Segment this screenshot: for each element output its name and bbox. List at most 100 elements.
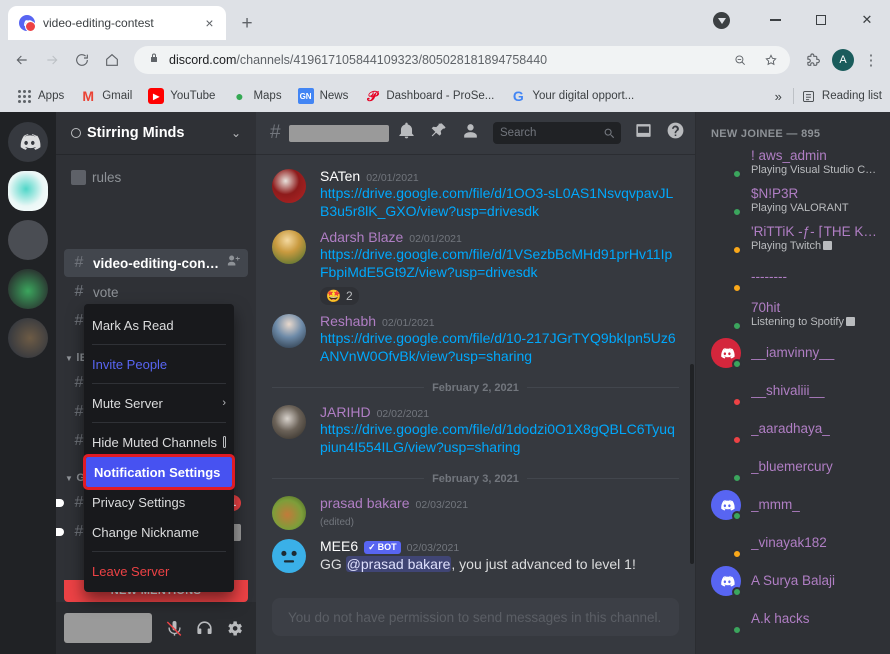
message-author[interactable]: MEE6 — [320, 538, 358, 554]
back-icon[interactable] — [8, 46, 36, 74]
bookmark-digital-opport[interactable]: G Your digital opport... — [503, 85, 641, 107]
message-link[interactable]: https://drive.google.com/file/d/10-217JG… — [320, 330, 676, 364]
context-menu-change-nickname[interactable]: Change Nickname — [84, 517, 234, 547]
browser-tab[interactable]: video-editing-contest × — [8, 6, 226, 40]
avatar[interactable] — [272, 169, 306, 203]
server-icon-2[interactable] — [8, 220, 48, 260]
chevron-down-icon[interactable]: ⌄ — [231, 126, 241, 140]
download-icon[interactable] — [713, 11, 730, 29]
search-input[interactable]: Search — [493, 122, 621, 144]
context-menu-hide-muted-channels[interactable]: Hide Muted Channels — [84, 427, 234, 457]
message-author[interactable]: Reshabh — [320, 313, 376, 329]
maximize-button[interactable] — [798, 0, 844, 40]
message-scrollbar[interactable] — [690, 364, 694, 564]
activity-icon — [823, 241, 833, 251]
home-icon[interactable] — [98, 46, 126, 74]
message-link[interactable]: https://drive.google.com/file/d/1dodzi0O… — [320, 421, 675, 455]
bookmark-news[interactable]: GN News — [291, 85, 356, 107]
member-item[interactable]: $N!P3R Playing VALORANT — [695, 182, 890, 220]
server-header[interactable]: Stirring Minds ⌄ — [56, 112, 256, 154]
context-menu-privacy-settings[interactable]: Privacy Settings — [84, 487, 234, 517]
member-list[interactable]: NEW JOINEE — 895 ! aws_admin Playing Vis… — [695, 112, 890, 654]
user-mention[interactable]: @prasad bakare — [345, 555, 452, 572]
members-icon[interactable] — [461, 121, 480, 145]
member-item[interactable]: 70hit Listening to Spotify — [695, 296, 890, 334]
discord-favicon-icon — [19, 15, 36, 32]
reading-list-button[interactable]: Reading list — [801, 89, 882, 104]
member-item[interactable]: ! aws_admin Playing Visual Studio Code — [695, 144, 890, 182]
bell-icon[interactable] — [397, 121, 416, 145]
message-header: Adarsh Blaze 02/01/2021 — [320, 229, 679, 245]
context-menu-invite-people[interactable]: Invite People — [84, 349, 234, 379]
close-tab-icon[interactable]: × — [201, 15, 218, 32]
bookmark-apps[interactable]: Apps — [9, 85, 71, 107]
server-home-button[interactable] — [8, 122, 48, 162]
message-author[interactable]: Adarsh Blaze — [320, 229, 403, 245]
gear-icon[interactable] — [220, 614, 248, 642]
user-controls — [160, 614, 248, 642]
pin-icon[interactable] — [429, 121, 448, 145]
message-link[interactable]: https://drive.google.com/file/d/1OO3-sL0… — [320, 185, 673, 219]
channel-item-rules[interactable]: rules — [64, 163, 248, 191]
context-menu-notification-settings[interactable]: Notification Settings — [83, 454, 235, 490]
inbox-icon[interactable] — [634, 121, 653, 145]
server-icon-3[interactable] — [8, 269, 48, 309]
checkbox[interactable] — [223, 436, 226, 448]
bookmark-youtube[interactable]: ▶ YouTube — [141, 85, 222, 107]
message-author[interactable]: SATen — [320, 168, 360, 184]
bookmarks-overflow-icon[interactable]: » — [771, 89, 786, 104]
member-item[interactable]: __shivaliii__ — [695, 372, 890, 410]
new-tab-button[interactable]: + — [233, 9, 261, 37]
member-item[interactable]: A Surya Balaji — [695, 562, 890, 600]
zoom-out-icon[interactable] — [729, 49, 751, 71]
context-menu-mute-server[interactable]: Mute Server › — [84, 388, 234, 418]
bookmark-star-icon[interactable] — [760, 49, 782, 71]
member-item[interactable]: _bluemercury — [695, 448, 890, 486]
message-list[interactable]: SATen 02/01/2021 https://drive.google.co… — [256, 154, 695, 598]
context-menu-mark-as-read[interactable]: Mark As Read — [84, 310, 234, 340]
message-timestamp: 02/02/2021 — [376, 407, 430, 420]
channel-item-video-editing-contest[interactable]: # video-editing-contest — [64, 249, 248, 277]
member-item[interactable]: 'RiTTiK -ƒ- ⌈THE KNIG... Playing Twitch — [695, 220, 890, 258]
browser-menu-icon[interactable]: ⋮ — [860, 53, 882, 68]
message-author[interactable]: JARIHD — [320, 404, 371, 420]
member-item[interactable]: A.k hacks — [695, 600, 890, 638]
bookmark-gmail[interactable]: M Gmail — [73, 85, 139, 107]
avatar — [711, 262, 742, 293]
avatar[interactable]: A — [832, 49, 854, 71]
close-window-button[interactable]: ✕ — [844, 0, 890, 40]
member-item[interactable] — [695, 638, 890, 654]
member-item[interactable]: -------- — [695, 258, 890, 296]
bookmark-maps[interactable]: ● Maps — [224, 85, 288, 107]
microphone-muted-icon[interactable] — [160, 614, 188, 642]
bookmark-dashboard[interactable]: 𝒫 Dashboard - ProSe... — [357, 85, 501, 107]
create-invite-icon[interactable] — [226, 253, 241, 273]
edited-label: (edited) — [320, 516, 354, 528]
forward-icon[interactable] — [38, 46, 66, 74]
reload-icon[interactable] — [68, 46, 96, 74]
address-bar[interactable]: discord.com/channels/419617105844109323/… — [134, 46, 790, 74]
headphones-icon[interactable] — [190, 614, 218, 642]
avatar[interactable] — [272, 404, 306, 439]
message-reaction[interactable]: 🤩 2 — [320, 286, 359, 305]
context-menu-leave-server[interactable]: Leave Server — [84, 556, 234, 586]
message-text: GG @prasad bakare, you just advanced to … — [320, 555, 679, 573]
server-icon-4[interactable] — [8, 318, 48, 358]
avatar[interactable] — [272, 229, 306, 264]
avatar[interactable] — [272, 538, 306, 573]
avatar[interactable] — [272, 313, 306, 348]
help-icon[interactable] — [666, 121, 685, 145]
member-item[interactable]: _mmm_ — [695, 486, 890, 524]
member-name: __shivaliii__ — [751, 382, 825, 398]
message-link[interactable]: https://drive.google.com/file/d/1VSezbBc… — [320, 246, 672, 280]
server-icon-stirring-minds[interactable] — [8, 171, 48, 211]
message-author[interactable]: prasad bakare — [320, 495, 410, 511]
rules-icon — [71, 169, 86, 185]
channel-item-vote[interactable]: # vote — [64, 278, 248, 306]
minimize-button[interactable] — [752, 0, 798, 40]
member-item[interactable]: _aaradhaya_ — [695, 410, 890, 448]
avatar[interactable] — [272, 495, 306, 530]
extensions-puzzle-icon[interactable] — [798, 46, 826, 74]
member-item[interactable]: _vinayak182 — [695, 524, 890, 562]
member-item[interactable]: __iamvinny__ — [695, 334, 890, 372]
